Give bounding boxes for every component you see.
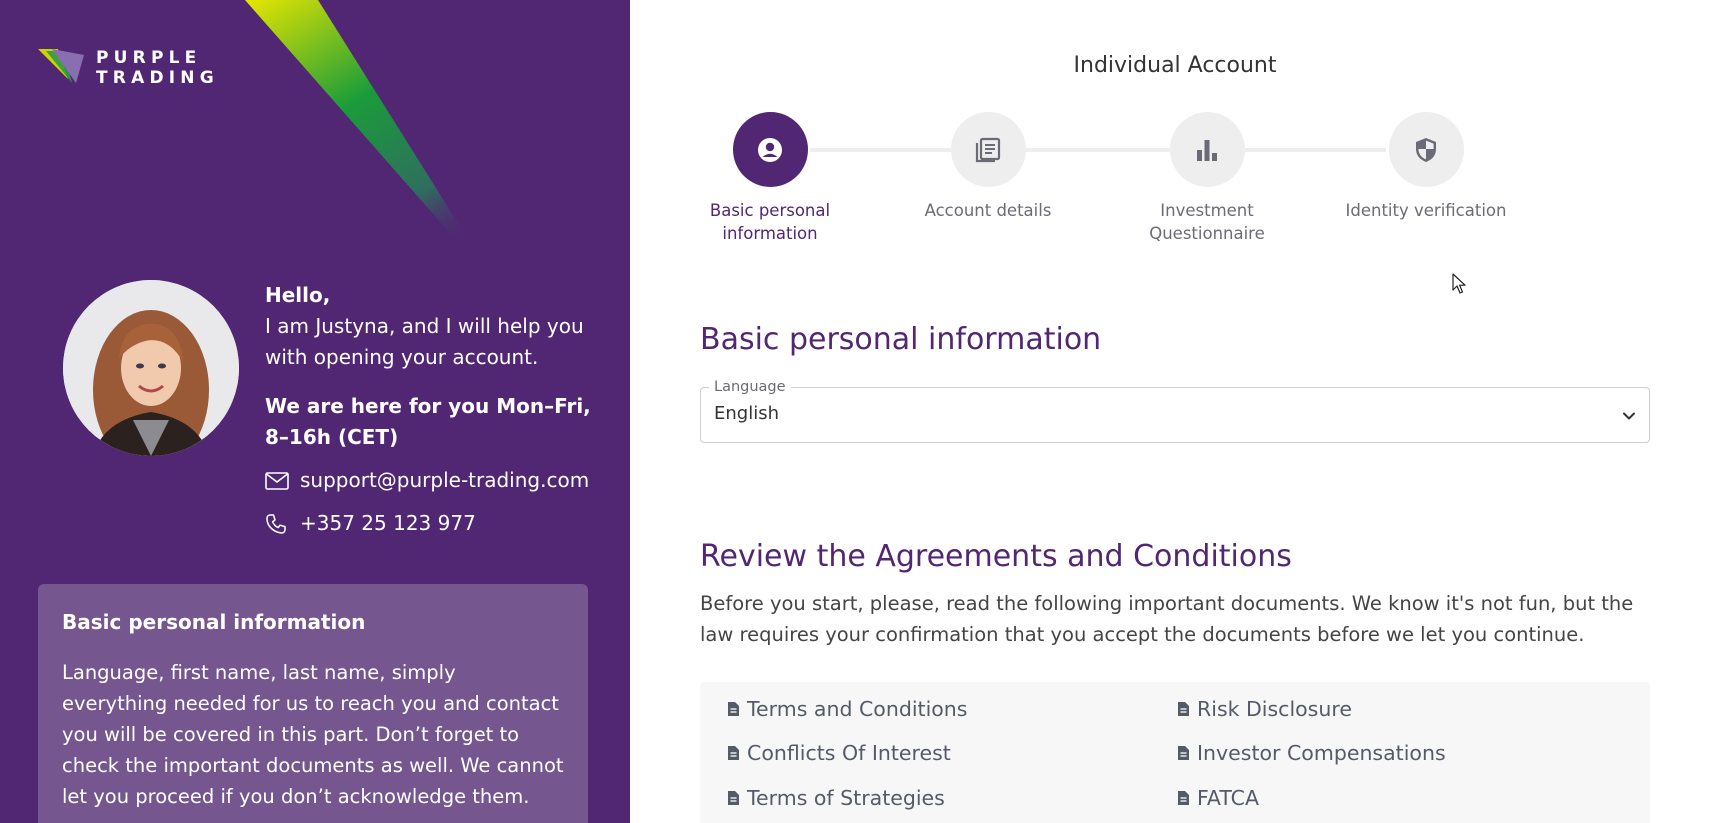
assistant-panel: PURPLE TRADING Hello, I am Justyna, and …: [0, 0, 630, 823]
document-link-fatca[interactable]: FATCA: [1177, 786, 1259, 810]
language-value[interactable]: English: [714, 403, 779, 424]
greeting-hello: Hello,: [265, 283, 331, 307]
document-title[interactable]: Terms of Strategies: [747, 786, 945, 810]
support-email-text[interactable]: support@purple-trading.com: [300, 465, 589, 496]
shield-icon: [1416, 137, 1436, 162]
step-circle[interactable]: [1169, 112, 1245, 187]
progress-stepper: Basic personal information Account detai…: [670, 112, 1530, 252]
document-list-icon: [975, 137, 1001, 162]
purple-trading-logo[interactable]: PURPLE TRADING: [38, 48, 219, 88]
chevron-down-icon[interactable]: [1619, 406, 1639, 426]
document-title[interactable]: FATCA: [1197, 786, 1259, 810]
info-box-text: Language, first name, last name, simply …: [62, 661, 564, 808]
logo-mark-icon: [38, 49, 84, 83]
support-email[interactable]: support@purple-trading.com: [265, 465, 605, 496]
document-link-risk-disclosure[interactable]: Risk Disclosure: [1177, 697, 1352, 721]
document-link-terms-and-conditions[interactable]: Terms and Conditions: [727, 697, 967, 721]
step-investment-questionnaire[interactable]: Investment Questionnaire: [1107, 112, 1307, 245]
assistant-avatar: [63, 280, 239, 456]
support-phone[interactable]: +357 25 123 977: [265, 508, 605, 539]
step-circle[interactable]: [1388, 112, 1464, 187]
file-icon: [727, 701, 741, 717]
bar-chart-icon: [1197, 139, 1217, 161]
documents-list: Terms and Conditions Risk Disclosure Con…: [700, 682, 1650, 823]
review-description: Before you start, please, read the follo…: [700, 592, 1634, 646]
envelope-icon: [265, 470, 291, 492]
form-panel: Individual Account Basic personal inform…: [630, 0, 1726, 823]
info-box-title: Basic personal information: [62, 610, 366, 634]
step-label: Account details: [924, 201, 1052, 220]
person-circle-icon: [758, 137, 782, 162]
review-agreements-heading: Review the Agreements and Conditions: [700, 539, 1292, 574]
document-title[interactable]: Investor Compensations: [1197, 741, 1446, 765]
document-link-terms-of-strategies[interactable]: Terms of Strategies: [727, 786, 945, 810]
step-account-details[interactable]: Account details: [888, 112, 1088, 222]
step-info-box: Basic personal information Language, fir…: [38, 584, 588, 823]
step-circle[interactable]: [950, 112, 1026, 187]
step-label: Investment Questionnaire: [1149, 201, 1265, 243]
support-hours: We are here for you Mon–Fri, 8–16h (CET): [265, 394, 591, 449]
document-title[interactable]: Conflicts Of Interest: [747, 741, 951, 765]
file-icon: [1177, 701, 1191, 717]
assistant-greeting: Hello, I am Justyna, and I will help you…: [265, 280, 605, 539]
account-type-title: Individual Account: [1073, 53, 1277, 78]
language-select[interactable]: Language English: [700, 378, 1650, 443]
document-link-investor-compensations[interactable]: Investor Compensations: [1177, 741, 1446, 765]
step-circle[interactable]: [732, 112, 808, 187]
file-icon: [727, 745, 741, 761]
phone-icon: [265, 513, 291, 535]
file-icon: [727, 790, 741, 806]
document-link-conflicts-of-interest[interactable]: Conflicts Of Interest: [727, 741, 951, 765]
step-label: Basic personal information: [709, 201, 831, 243]
mouse-cursor-icon: [1452, 273, 1466, 294]
greeting-intro: I am Justyna, and I will help you with o…: [265, 314, 584, 369]
file-icon: [1177, 790, 1191, 806]
file-icon: [1177, 745, 1191, 761]
step-basic-personal-information[interactable]: Basic personal information: [670, 112, 870, 245]
step-label: Identity verification: [1345, 201, 1507, 220]
logo-text: PURPLE TRADING: [96, 48, 219, 88]
step-identity-verification[interactable]: Identity verification: [1326, 112, 1526, 222]
document-title[interactable]: Terms and Conditions: [747, 697, 967, 721]
support-phone-text[interactable]: +357 25 123 977: [300, 508, 476, 539]
language-label: Language: [709, 378, 791, 396]
basic-info-heading: Basic personal information: [700, 322, 1102, 357]
document-title[interactable]: Risk Disclosure: [1197, 697, 1352, 721]
